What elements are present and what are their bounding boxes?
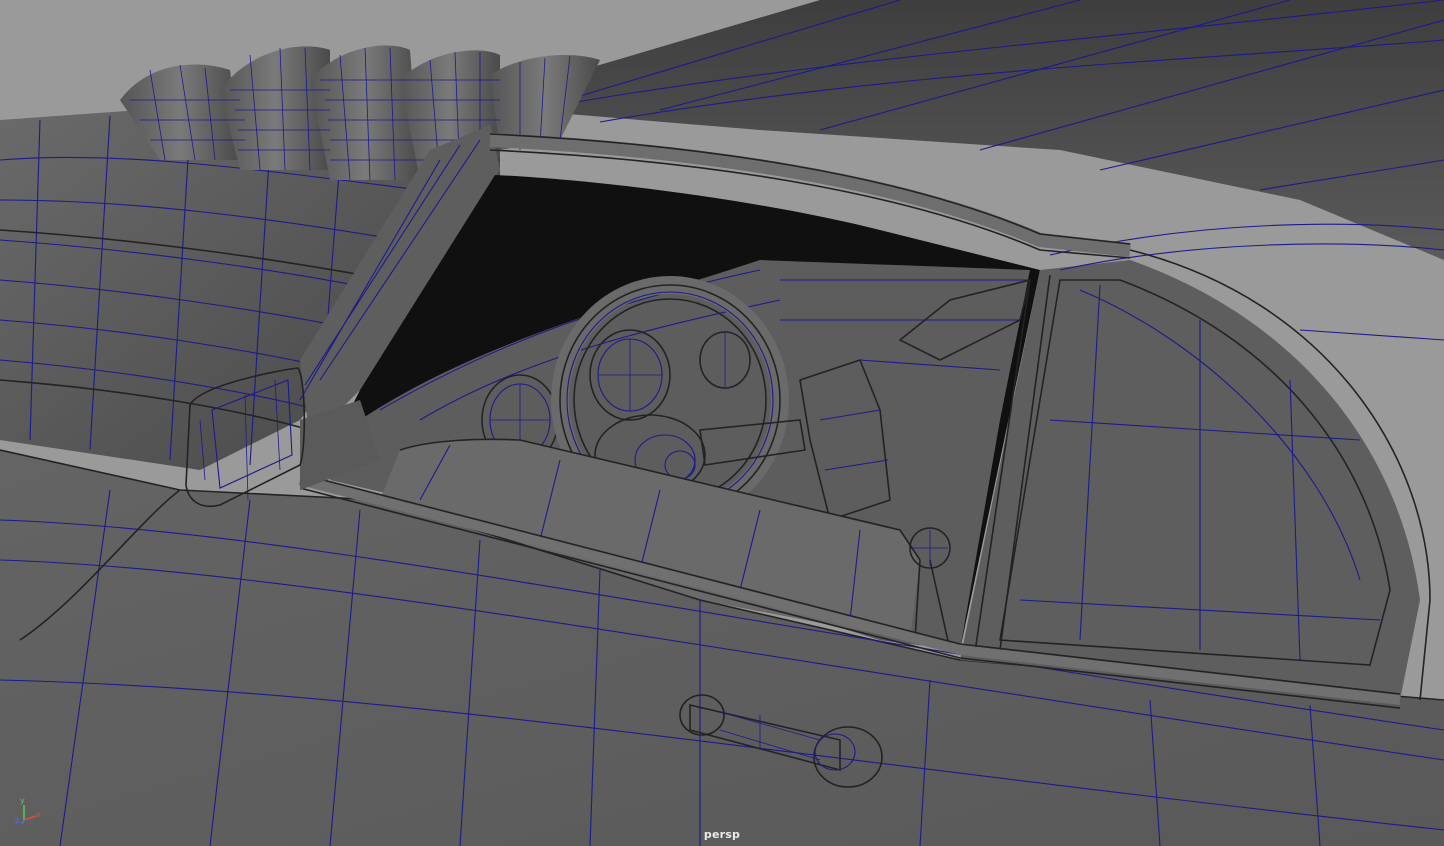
axis-gizmo: y x z [14,796,48,826]
axis-x-label: x [36,810,41,819]
axis-y-label: y [20,796,25,805]
camera-name-label: persp [703,828,741,841]
maya-viewport-persp[interactable]: y x z persp [0,0,1444,846]
axis-z-label: z [15,816,20,825]
car-model-viewport-render[interactable] [0,0,1444,846]
